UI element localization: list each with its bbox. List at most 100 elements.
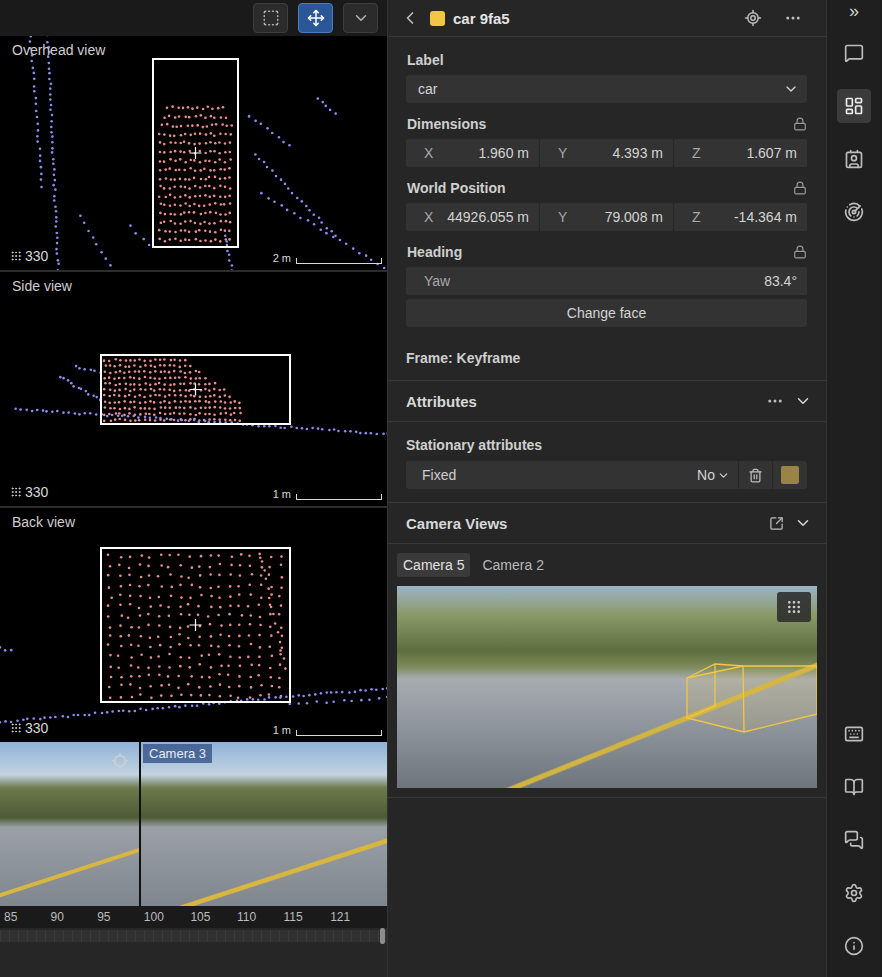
annotation-box[interactable]	[397, 586, 817, 788]
number-field[interactable]: Y79.008 m	[540, 203, 673, 231]
move-icon	[307, 9, 325, 27]
color-button[interactable]	[773, 461, 807, 489]
label-select[interactable]: car	[406, 75, 807, 103]
locate-icon[interactable]	[111, 752, 129, 770]
timeline-scrubber[interactable]	[0, 928, 387, 977]
rail-button[interactable]	[837, 89, 871, 123]
number-field[interactable]: X1.960 m	[406, 139, 539, 167]
crosshair-icon	[744, 9, 762, 27]
rail-button[interactable]	[837, 36, 871, 70]
timeline-tick: 95	[97, 910, 144, 924]
keyboard-icon	[844, 724, 864, 744]
attribute-row: FixedNo	[406, 461, 807, 489]
number-field[interactable]: Z-14.364 m	[674, 203, 807, 231]
info-icon	[844, 936, 864, 956]
focus-button[interactable]	[742, 7, 764, 29]
timeline-track[interactable]	[0, 930, 387, 942]
camera-image[interactable]	[0, 742, 139, 906]
chevron-icon[interactable]	[794, 514, 812, 532]
change-face-button[interactable]: Change face	[406, 299, 807, 327]
section-header[interactable]: Camera Views	[388, 503, 826, 544]
attribute-select[interactable]: No	[689, 461, 739, 489]
field-row: X44926.055 mY79.008 mZ-14.364 m	[406, 203, 807, 231]
field-title: Dimensions	[406, 115, 807, 133]
rail-button[interactable]	[837, 823, 871, 857]
lock-icon[interactable]	[793, 245, 807, 259]
external-link-icon[interactable]	[769, 516, 784, 531]
object-title: car 9fa5	[453, 10, 510, 27]
lock-icon[interactable]	[793, 181, 807, 195]
attribute-group: Stationary attributes FixedNo	[388, 422, 826, 503]
number-field[interactable]: X44926.055 m	[406, 203, 539, 231]
timeline-tick: 110	[237, 910, 284, 924]
section-header[interactable]: Attributes	[388, 381, 826, 422]
camera-photo[interactable]	[397, 586, 817, 788]
radar-icon	[844, 202, 864, 222]
views: Overhead view3302 mSide view3301 mBack v…	[0, 36, 387, 742]
lidar-view[interactable]: Side view3301 m	[0, 272, 387, 506]
back-icon	[400, 8, 420, 28]
bounding-box[interactable]	[101, 548, 290, 702]
attribute-name: Fixed	[406, 461, 689, 489]
timeline-tick: 121	[330, 910, 377, 924]
scale-line	[296, 258, 382, 264]
point-cloud[interactable]	[0, 272, 387, 506]
number-field[interactable]: Y4.393 m	[540, 139, 673, 167]
points-icon	[10, 250, 22, 262]
field-title: Heading	[406, 243, 807, 261]
camera-tab[interactable]: Camera 5	[397, 553, 470, 577]
layout-icon	[844, 96, 864, 116]
bounding-box[interactable]	[101, 355, 290, 424]
rail-button[interactable]	[837, 142, 871, 176]
properties: Label car Dimensions X1.960 mY4.393 mZ1.607…	[388, 37, 826, 381]
point-cloud[interactable]	[0, 508, 387, 742]
delete-button[interactable]	[739, 461, 773, 489]
more-button[interactable]	[782, 7, 804, 29]
back-button[interactable]	[398, 6, 422, 30]
bounding-box[interactable]	[153, 59, 238, 247]
tool-button[interactable]	[253, 3, 288, 33]
field-title: Label	[406, 51, 807, 69]
points-toggle[interactable]	[777, 592, 811, 622]
chat-icon	[844, 830, 864, 850]
field-row: X1.960 mY4.393 mZ1.607 m	[406, 139, 807, 167]
scale-bar: 1 m	[273, 724, 382, 736]
rail-button[interactable]	[837, 929, 871, 963]
rail-button[interactable]	[837, 770, 871, 804]
number-field[interactable]: Yaw83.4°	[406, 267, 807, 295]
scale-line	[296, 494, 382, 500]
collapse-button[interactable]: »	[849, 0, 859, 22]
camera-image[interactable]: Camera 3	[141, 742, 387, 906]
timeline-ticks: 859095100105110115121	[0, 906, 387, 928]
comments-icon	[844, 43, 864, 63]
details-icon	[844, 149, 864, 169]
group-title: Stationary attributes	[406, 436, 807, 454]
frame-label: Frame: Keyframe	[406, 349, 807, 367]
number-field[interactable]: Z1.607 m	[674, 139, 807, 167]
scale-bar: 2 m	[273, 252, 382, 264]
class-color	[430, 11, 445, 26]
point-cloud[interactable]	[0, 36, 387, 270]
annotation-app: Overhead view3302 mSide view3301 mBack v…	[0, 0, 882, 977]
timeline-tick: 90	[51, 910, 98, 924]
lock-icon[interactable]	[793, 117, 807, 131]
playhead[interactable]	[380, 928, 385, 944]
chevron-down-icon	[717, 469, 730, 482]
lidar-view[interactable]: Overhead view3302 m	[0, 36, 387, 270]
points-icon	[786, 599, 802, 615]
rail-button[interactable]	[837, 876, 871, 910]
panel-header: car 9fa5	[388, 0, 826, 37]
tool-button[interactable]	[343, 3, 378, 33]
timeline-tick: 115	[284, 910, 331, 924]
camera-tab[interactable]: Camera 2	[476, 553, 549, 577]
field-group: Dimensions X1.960 mY4.393 mZ1.607 m	[406, 115, 807, 167]
camera-label: Camera 3	[143, 744, 212, 763]
tool-button[interactable]	[298, 3, 333, 33]
trash-icon	[748, 468, 763, 483]
lidar-view[interactable]: Back view3301 m	[0, 508, 387, 742]
more-icon[interactable]	[766, 392, 784, 410]
rail-button[interactable]	[837, 195, 871, 229]
chevron-icon[interactable]	[794, 392, 812, 410]
rail-button[interactable]	[837, 717, 871, 751]
menu-icon	[352, 9, 370, 27]
